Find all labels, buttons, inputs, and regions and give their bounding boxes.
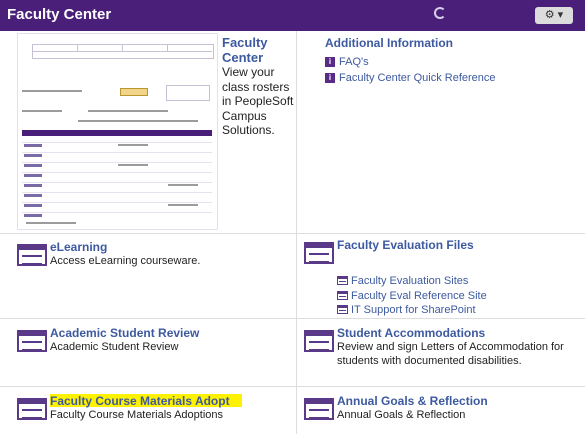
thumb-link [24,214,42,217]
document-icon [17,398,47,420]
it-support-sharepoint-link[interactable]: IT Support for SharePoint [351,304,476,316]
quick-reference-link[interactable]: Faculty Center Quick Reference [339,72,496,84]
portal-title: Faculty Center [7,6,112,23]
thumb-link [24,184,42,187]
thumb-text [168,204,198,206]
document-icon [304,398,334,420]
thumb-row [22,202,212,203]
thumb-link [24,154,42,157]
thumb-row [22,162,212,163]
page-icon [337,291,348,300]
faculty-center-screenshot[interactable] [17,33,218,230]
faculty-center-description: View your class rosters in PeopleSoft Ca… [222,65,294,137]
faq-link[interactable]: FAQ's [339,56,369,68]
annual-goals-description: Annual Goals & Reflection [337,409,466,421]
course-materials-link[interactable]: Faculty Course Materials Adopt [50,394,230,408]
academic-review-description: Academic Student Review [50,341,179,353]
thumb-link [24,204,42,207]
faculty-eval-link[interactable]: Faculty Evaluation Files [337,238,474,252]
academic-review-link[interactable]: Academic Student Review [50,326,199,340]
faculty-eval-sites-link[interactable]: Faculty Evaluation Sites [351,275,468,287]
thumb-row [22,142,212,143]
thumb-text [118,144,148,146]
document-icon [17,330,47,352]
page-icon [337,276,348,285]
document-icon [17,244,47,266]
thumb-tabs [32,44,214,59]
row-divider [0,318,585,319]
thumb-link [24,194,42,197]
row-divider [0,233,585,234]
thumb-text [118,164,148,166]
info-icon: i [325,57,335,67]
course-materials-description: Faculty Course Materials Adoptions [50,409,224,421]
thumb-text [22,110,62,112]
page-icon [337,305,348,314]
elearning-link[interactable]: eLearning [50,240,107,254]
faculty-eval-reference-link[interactable]: Faculty Eval Reference Site [351,290,487,302]
thumb-box [166,85,210,101]
thumb-text [22,90,82,92]
options-menu-button[interactable]: ⚙ ▾ [535,7,573,24]
thumb-text [78,120,198,122]
thumb-row [22,192,212,193]
student-accommodations-link[interactable]: Student Accommodations [337,326,485,340]
thumb-link [24,164,42,167]
annual-goals-link[interactable]: Annual Goals & Reflection [337,394,488,408]
thumb-row [22,212,212,213]
thumb-band [22,130,212,136]
thumb-link [24,144,42,147]
info-icon: i [325,73,335,83]
student-accommodations-description: Review and sign Letters of Accommodation… [337,341,564,367]
thumb-text [88,110,168,112]
thumb-button [120,88,148,96]
additional-info-title: Additional Information [325,36,453,50]
faculty-center-link[interactable]: Faculty Center [222,35,292,65]
document-icon [304,242,334,264]
thumb-text [26,222,76,224]
row-divider [0,386,585,387]
thumb-text [168,184,198,186]
thumb-row [22,172,212,173]
thumb-link [24,174,42,177]
document-icon [304,330,334,352]
refresh-icon[interactable] [434,7,446,19]
portal-header: Faculty Center ⚙ ▾ [0,0,585,31]
elearning-description: Access eLearning courseware. [50,255,201,267]
thumb-row [22,152,212,153]
thumb-row [22,182,212,183]
